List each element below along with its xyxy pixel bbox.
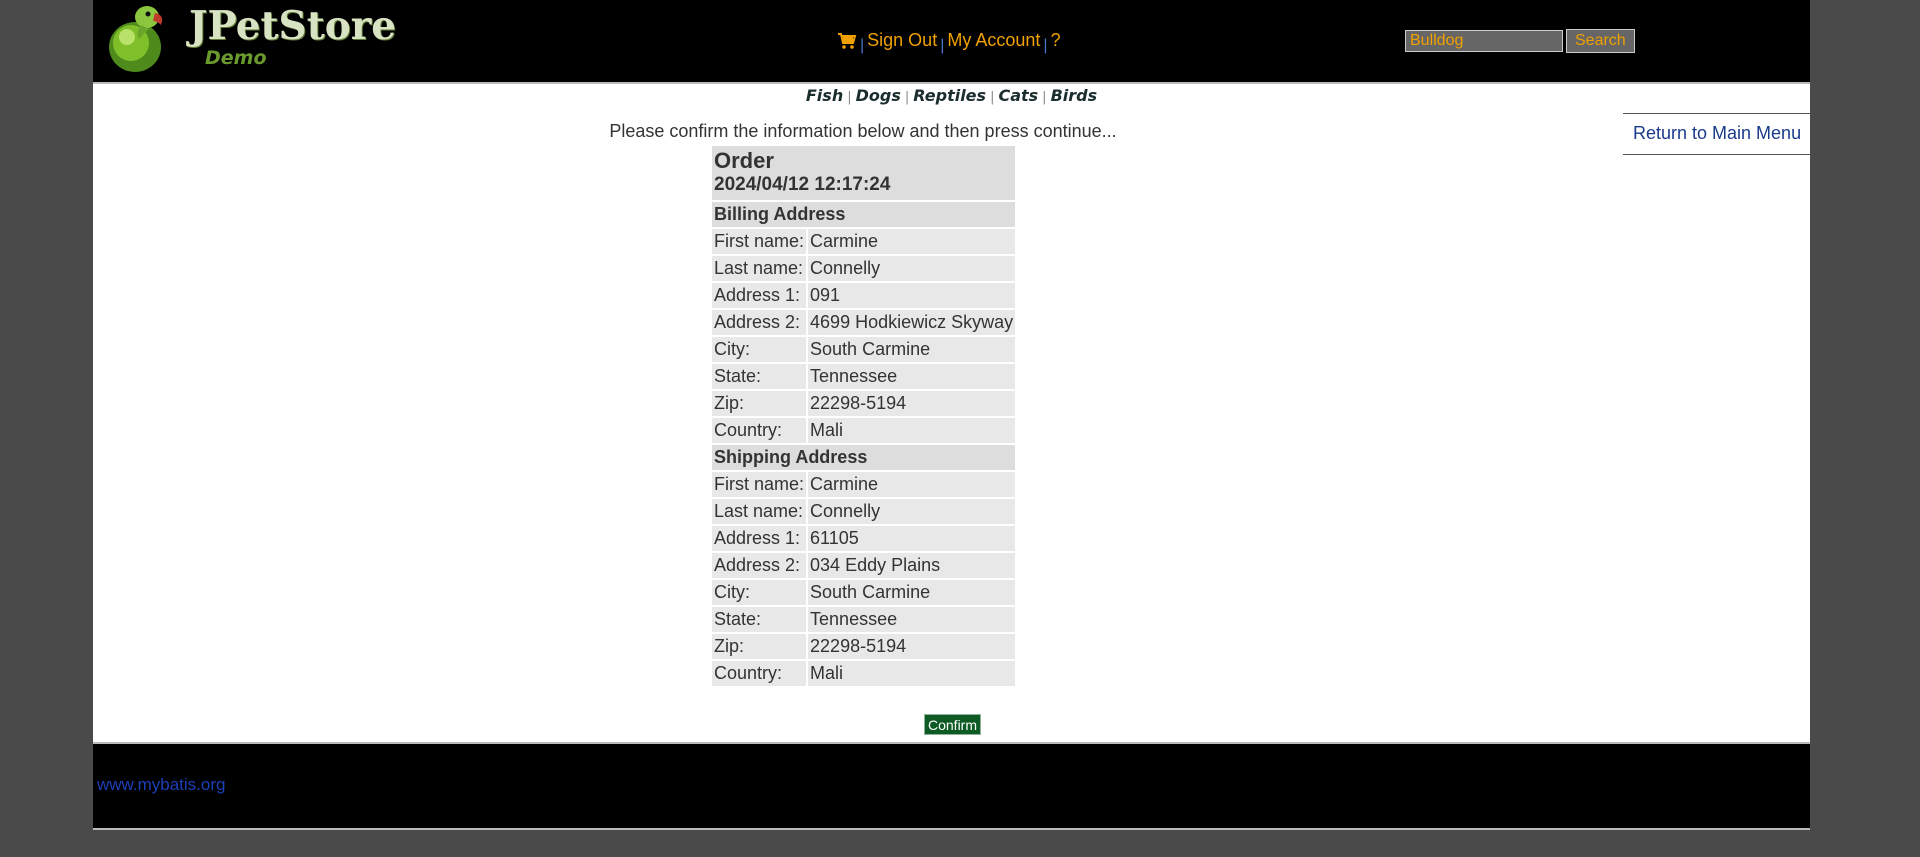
- category-birds[interactable]: Birds: [1051, 86, 1098, 105]
- menu-separator: |: [1043, 37, 1048, 54]
- header: JPetStore Demo |Sign Out|My Account|? Se…: [93, 0, 1810, 84]
- footer: www.mybatis.org: [93, 742, 1810, 830]
- category-cats[interactable]: Cats: [998, 86, 1038, 105]
- menu-separator: |: [860, 37, 865, 54]
- search-form: Search: [1405, 29, 1635, 53]
- parrot-logo-icon: [109, 6, 163, 72]
- shipping-country-value: Mali: [808, 661, 1016, 686]
- category-dogs[interactable]: Dogs: [856, 86, 901, 105]
- billing-address1-value: 091: [808, 283, 1016, 308]
- back-menu: Return to Main Menu: [1623, 113, 1810, 155]
- category-reptiles[interactable]: Reptiles: [913, 86, 986, 105]
- table-row: Address 2: 4699 Hodkiewicz Skyway: [712, 310, 1016, 335]
- table-row: Address 2: 034 Eddy Plains: [712, 553, 1016, 578]
- billing-state-value: Tennessee: [808, 364, 1016, 389]
- table-row: Last name: Connelly: [712, 499, 1016, 524]
- shipping-address2-label: Address 2:: [712, 553, 807, 578]
- billing-first-name-value: Carmine: [808, 229, 1016, 254]
- table-row: Address 1: 61105: [712, 526, 1016, 551]
- order-date: 2024/04/12 12:17:24: [714, 174, 891, 195]
- table-row: City: South Carmine: [712, 580, 1016, 605]
- billing-last-name-label: Last name:: [712, 256, 807, 281]
- table-row: First name: Carmine: [712, 472, 1016, 497]
- table-row: State: Tennessee: [712, 607, 1016, 632]
- shipping-last-name-value: Connelly: [808, 499, 1016, 524]
- shipping-address2-value: 034 Eddy Plains: [808, 553, 1016, 578]
- search-button[interactable]: Search: [1566, 29, 1635, 53]
- help-link[interactable]: ?: [1051, 30, 1061, 50]
- billing-country-value: Mali: [808, 418, 1016, 443]
- order-header-cell: Order 2024/04/12 12:17:24: [712, 146, 1016, 200]
- table-row: Last name: Connelly: [712, 256, 1016, 281]
- table-row: State: Tennessee: [712, 364, 1016, 389]
- shipping-country-label: Country:: [712, 661, 807, 686]
- category-separator: |: [1042, 90, 1047, 105]
- shipping-zip-label: Zip:: [712, 634, 807, 659]
- return-to-main-menu-link[interactable]: Return to Main Menu: [1633, 123, 1801, 144]
- billing-city-value: South Carmine: [808, 337, 1016, 362]
- billing-address2-value: 4699 Hodkiewicz Skyway: [808, 310, 1016, 335]
- confirm-instructions: Please confirm the information below and…: [609, 121, 1117, 141]
- shipping-first-name-label: First name:: [712, 472, 807, 497]
- search-input[interactable]: [1405, 30, 1563, 52]
- shipping-city-value: South Carmine: [808, 580, 1016, 605]
- shipping-address1-value: 61105: [808, 526, 1016, 551]
- table-row: Zip: 22298-5194: [712, 634, 1016, 659]
- category-separator: |: [847, 90, 852, 105]
- page: JPetStore Demo |Sign Out|My Account|? Se…: [93, 0, 1810, 830]
- shipping-heading-row: Shipping Address: [712, 445, 1016, 470]
- billing-city-label: City:: [712, 337, 807, 362]
- confirm-button[interactable]: Confirm: [924, 714, 982, 735]
- logo-subtitle: Demo: [205, 47, 267, 69]
- category-fish[interactable]: Fish: [806, 86, 843, 105]
- menu-separator: |: [940, 37, 945, 54]
- shipping-state-label: State:: [712, 607, 807, 632]
- table-row: City: South Carmine: [712, 337, 1016, 362]
- category-nav: Fish | Dogs | Reptiles | Cats | Birds: [93, 86, 1810, 105]
- billing-country-label: Country:: [712, 418, 807, 443]
- my-account-link[interactable]: My Account: [947, 30, 1040, 50]
- header-menu: | Sign Out | My Account |?: [837, 30, 1061, 54]
- shipping-address-heading: Shipping Address: [712, 445, 1016, 470]
- billing-state-label: State:: [712, 364, 807, 389]
- billing-first-name-label: First name:: [712, 229, 807, 254]
- category-separator: |: [990, 90, 995, 105]
- logo-title: JPetStore: [189, 3, 397, 49]
- billing-address-heading: Billing Address: [712, 202, 1016, 227]
- shipping-address1-label: Address 1:: [712, 526, 807, 551]
- order-table: Order 2024/04/12 12:17:24 Billing Addres…: [710, 144, 1017, 688]
- table-row: First name: Carmine: [712, 229, 1016, 254]
- logo[interactable]: JPetStore Demo: [105, 3, 396, 73]
- billing-last-name-value: Connelly: [808, 256, 1016, 281]
- table-row: Address 1: 091: [712, 283, 1016, 308]
- billing-zip-label: Zip:: [712, 391, 807, 416]
- billing-address2-label: Address 2:: [712, 310, 807, 335]
- shipping-state-value: Tennessee: [808, 607, 1016, 632]
- shipping-zip-value: 22298-5194: [808, 634, 1016, 659]
- table-row: Country: Mali: [712, 661, 1016, 686]
- order-title: Order: [714, 148, 774, 173]
- sign-out-link[interactable]: Sign Out: [867, 30, 937, 50]
- shipping-last-name-label: Last name:: [712, 499, 807, 524]
- mybatis-link[interactable]: www.mybatis.org: [97, 775, 225, 795]
- shopping-cart-icon[interactable]: [837, 32, 857, 50]
- shipping-city-label: City:: [712, 580, 807, 605]
- order-header-row: Order 2024/04/12 12:17:24: [712, 146, 1016, 200]
- table-row: Zip: 22298-5194: [712, 391, 1016, 416]
- table-row: Country: Mali: [712, 418, 1016, 443]
- billing-address1-label: Address 1:: [712, 283, 807, 308]
- billing-zip-value: 22298-5194: [808, 391, 1016, 416]
- shipping-first-name-value: Carmine: [808, 472, 1016, 497]
- billing-heading-row: Billing Address: [712, 202, 1016, 227]
- category-separator: |: [904, 90, 910, 105]
